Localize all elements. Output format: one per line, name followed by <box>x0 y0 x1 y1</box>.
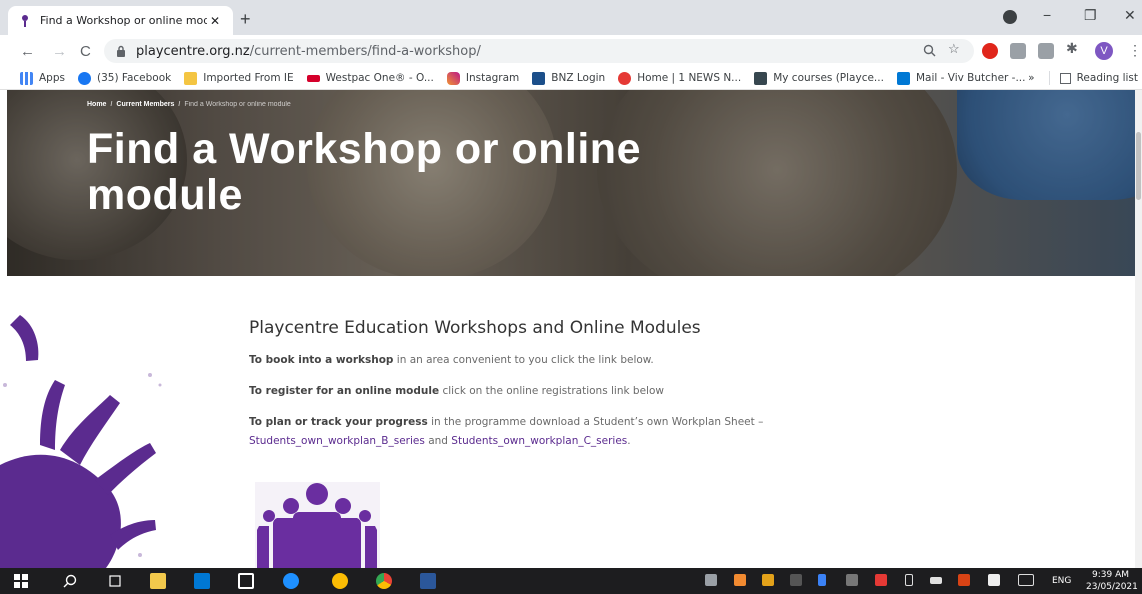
screen: Find a Workshop or online module ✕ + − ❐… <box>0 0 1142 594</box>
bookmark-bnz[interactable]: BNZ Login <box>532 71 605 85</box>
paragraph-register-online: To register for an online module click o… <box>249 385 664 397</box>
extension-badge-icon[interactable] <box>1038 43 1054 59</box>
window-close-button[interactable]: ✕ <box>1124 7 1136 24</box>
language-indicator[interactable]: ENG <box>1052 576 1071 586</box>
norton-icon[interactable] <box>332 573 348 589</box>
notification-icon[interactable] <box>988 574 1000 586</box>
page-title: Find a Workshop or online module <box>87 125 641 219</box>
task-view-icon[interactable] <box>107 573 123 589</box>
westpac-icon <box>306 74 320 82</box>
url-host: playcentre.org.nz <box>136 43 250 59</box>
profile-avatar[interactable]: V <box>1095 42 1113 60</box>
restore-button[interactable]: ❐ <box>1084 7 1097 24</box>
search-icon[interactable] <box>62 573 78 589</box>
mail-icon[interactable] <box>238 573 254 589</box>
instagram-icon <box>446 71 460 85</box>
workplan-b-series-link[interactable]: Students_own_workplan_B_series <box>249 435 425 447</box>
hero-banner: Home / Current Members / Find a Workshop or … <box>7 90 1135 276</box>
breadcrumb-current-page: Find a Workshop or online module <box>184 101 291 108</box>
browser-tab[interactable]: Find a Workshop or online module ✕ <box>8 6 233 35</box>
section-heading: Playcentre Education Workshops and Onlin… <box>249 318 701 338</box>
tray-app-icon[interactable] <box>875 574 887 586</box>
bookmark-star-icon[interactable]: ☆ <box>948 41 960 57</box>
menu-kebab-icon[interactable]: ⋮ <box>1128 42 1142 59</box>
windows-taskbar: ENG 9:39 AM 23/05/2021 <box>0 568 1142 594</box>
bookmark-1news[interactable]: Home | 1 NEWS N... <box>618 71 741 85</box>
address-bar[interactable]: playcentre.org.nz/current-members/find-a… <box>104 39 974 63</box>
outlook-icon[interactable] <box>194 573 210 589</box>
lock-icon <box>117 45 125 57</box>
url-path: /current-members/find-a-workshop/ <box>249 43 481 59</box>
battery-icon[interactable] <box>905 574 913 586</box>
breadcrumb-home[interactable]: Home <box>87 101 106 108</box>
new-tab-button[interactable]: + <box>240 9 251 30</box>
breadcrumb-current-members[interactable]: Current Members <box>116 101 174 108</box>
courses-icon <box>754 71 768 85</box>
windows-start-icon[interactable] <box>13 573 29 589</box>
reading-list-icon <box>1059 72 1071 84</box>
clock-date[interactable]: 23/05/2021 <box>1086 582 1138 592</box>
playcentre-favicon-icon <box>18 14 32 28</box>
reading-list-button[interactable]: Reading list <box>1077 72 1138 84</box>
clock-time[interactable]: 9:39 AM <box>1092 570 1129 580</box>
toolbar: ← → C playcentre.org.nz/current-members/… <box>0 35 1142 67</box>
group-people-icon[interactable] <box>255 482 380 568</box>
facebook-icon <box>77 71 91 85</box>
chrome-icon[interactable] <box>376 573 392 589</box>
bookmark-westpac[interactable]: Westpac One® - O... <box>306 72 434 84</box>
bookmarks-bar: Apps (35) Facebook Imported From IE West… <box>0 67 1142 90</box>
tray-app-icon[interactable] <box>958 574 970 586</box>
tray-app-icon[interactable] <box>930 577 942 584</box>
outlook-mail-icon <box>896 71 910 85</box>
bookmark-facebook[interactable]: (35) Facebook <box>77 71 171 85</box>
minimize-button[interactable]: − <box>1043 7 1051 23</box>
paragraph-plan-progress: To plan or track your progress in the pr… <box>249 416 764 447</box>
web-page: Home / Current Members / Find a Workshop or … <box>0 90 1142 568</box>
apps-grid-icon <box>20 71 33 85</box>
1news-icon <box>618 71 632 85</box>
folder-icon <box>184 71 198 85</box>
bookmarks-divider <box>1048 71 1050 85</box>
forward-button[interactable]: → <box>52 43 67 60</box>
tab-strip: Find a Workshop or online module ✕ + − ❐… <box>0 0 1142 35</box>
paragraph-book-workshop: To book into a workshop in an area conve… <box>249 354 654 366</box>
opera-extension-icon[interactable] <box>982 43 998 59</box>
tray-app-icon[interactable] <box>762 574 774 586</box>
word-icon[interactable] <box>420 573 436 589</box>
bookmark-instagram[interactable]: Instagram <box>446 71 519 85</box>
file-explorer-icon[interactable] <box>150 573 166 589</box>
tab-title: Find a Workshop or online module <box>40 14 207 27</box>
bookmarks-overflow-button[interactable]: » <box>1028 72 1034 84</box>
extension-icon[interactable] <box>1010 43 1026 59</box>
tray-app-icon[interactable] <box>734 574 746 586</box>
scrollbar-thumb[interactable] <box>1136 132 1141 200</box>
bluetooth-icon[interactable] <box>818 574 826 586</box>
breadcrumb: Home / Current Members / Find a Workshop or … <box>87 101 291 108</box>
bookmark-mail[interactable]: Mail - Viv Butcher -... <box>896 71 1026 85</box>
purple-handprint-image <box>0 315 162 568</box>
bnz-icon <box>532 71 546 85</box>
reload-button[interactable]: C <box>80 43 91 60</box>
tray-app-icon[interactable] <box>705 574 717 586</box>
wifi-icon[interactable] <box>846 574 858 586</box>
back-button[interactable]: ← <box>20 43 35 60</box>
puzzle-extensions-icon[interactable]: ✱ <box>1066 40 1078 57</box>
volume-icon[interactable] <box>790 574 802 586</box>
zoom-icon[interactable] <box>923 44 936 57</box>
edge-icon[interactable] <box>283 573 299 589</box>
bookmark-my-courses[interactable]: My courses (Playce... <box>754 71 884 85</box>
chrome-profile-icon[interactable] <box>1003 10 1017 24</box>
bookmark-apps[interactable]: Apps <box>20 71 65 85</box>
tab-close-icon[interactable]: ✕ <box>207 14 223 28</box>
workplan-c-series-link[interactable]: Students_own_workplan_C_series <box>451 435 627 447</box>
main-content: Playcentre Education Workshops and Onlin… <box>249 318 849 463</box>
bookmark-folder-imported-ie[interactable]: Imported From IE <box>184 71 294 85</box>
keyboard-icon[interactable] <box>1018 574 1034 586</box>
